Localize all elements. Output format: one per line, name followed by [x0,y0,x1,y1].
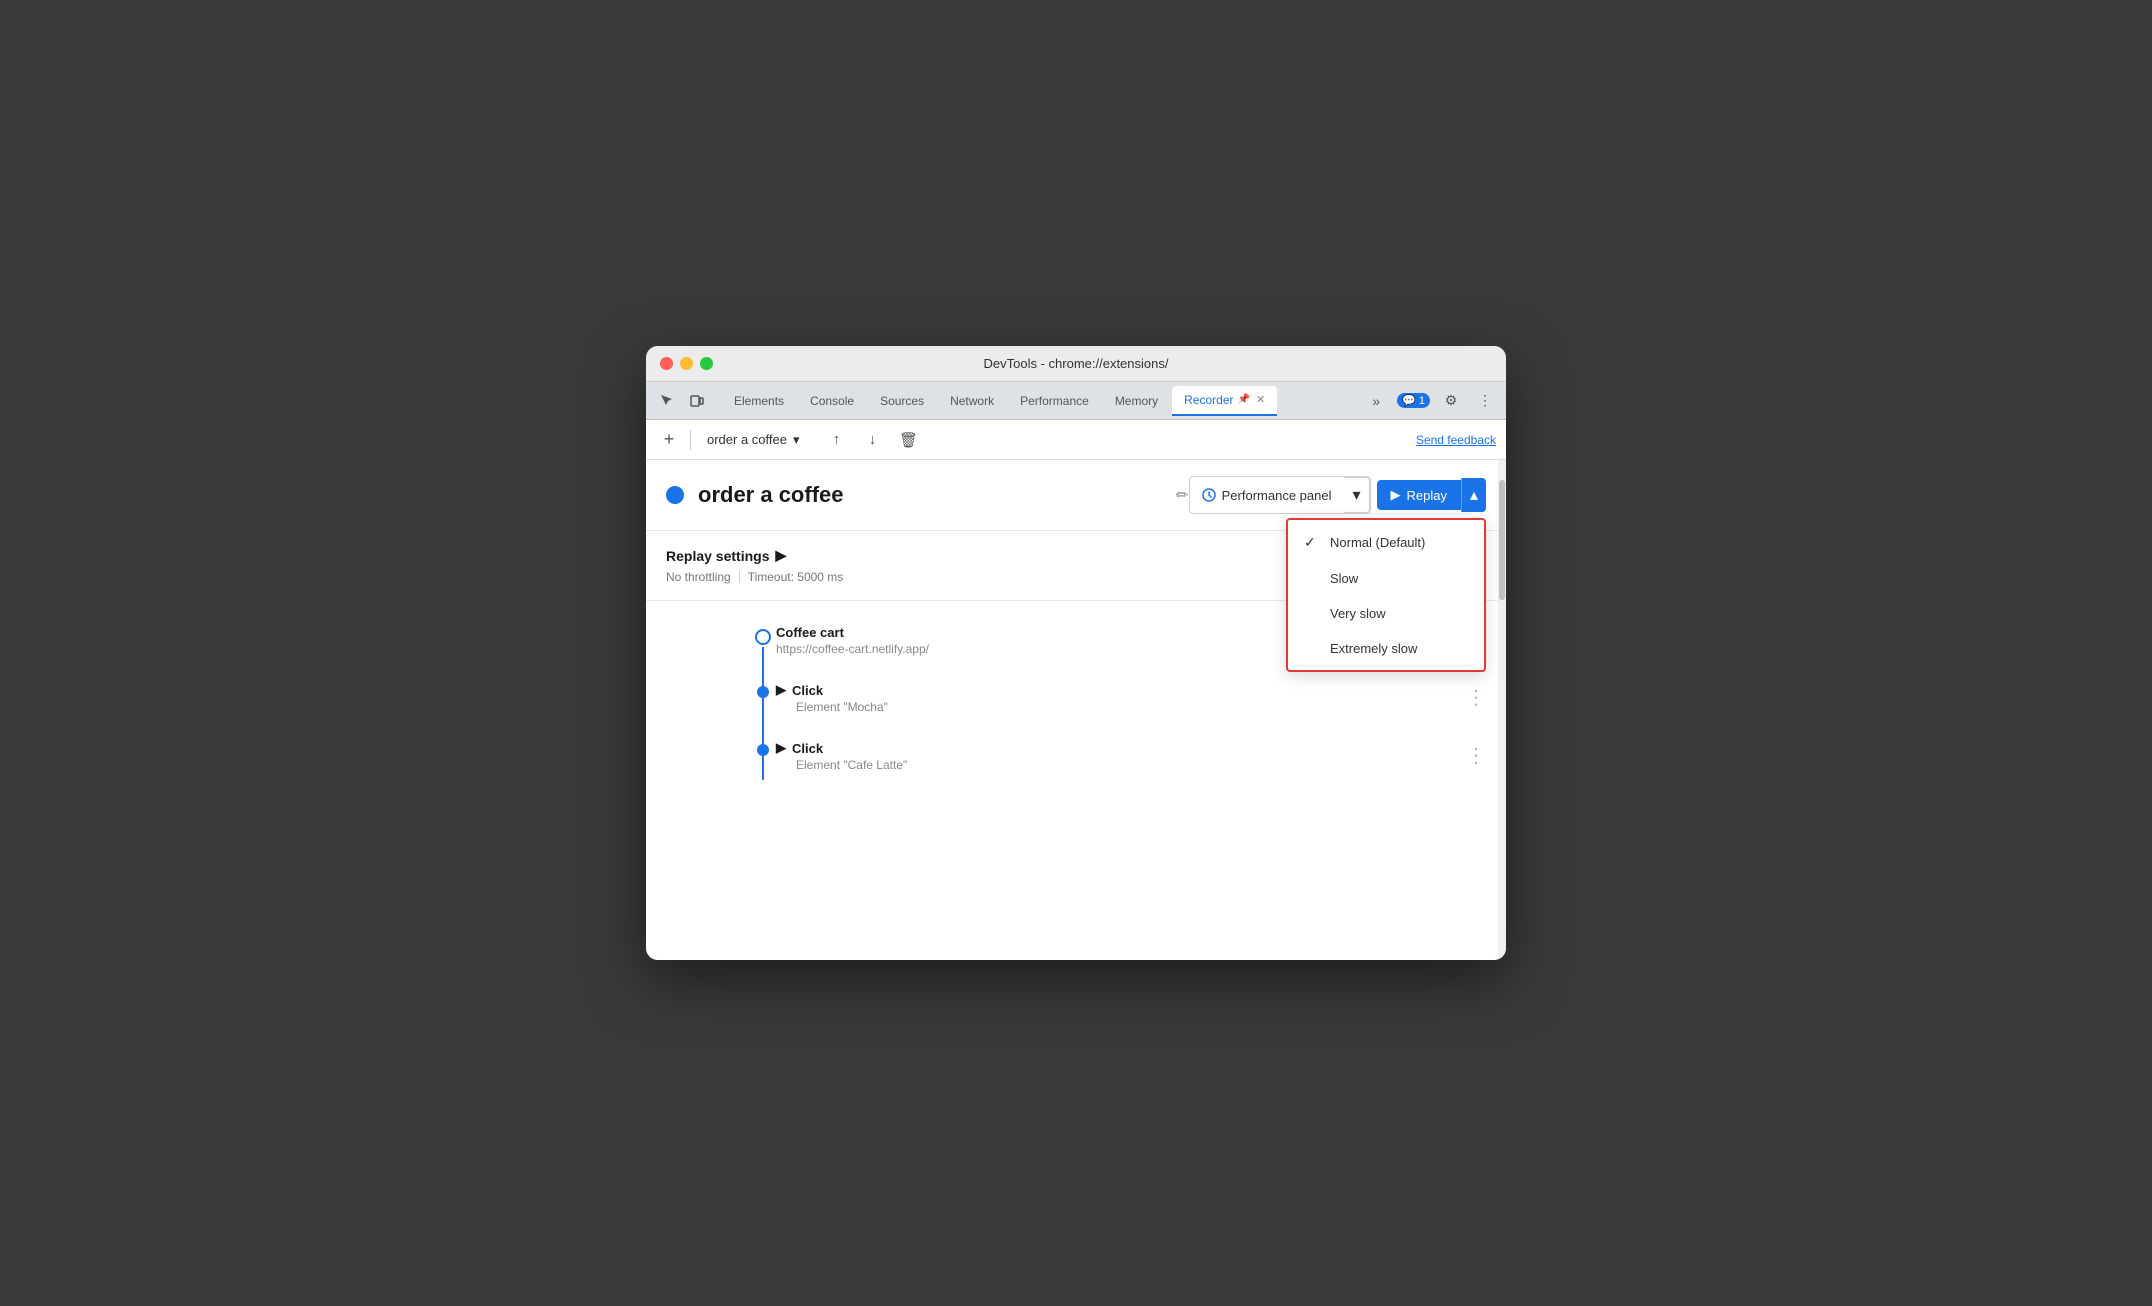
speed-slow-option[interactable]: Slow [1288,561,1484,596]
minimize-button[interactable] [680,357,693,370]
replay-button-group: ▶ Replay ▴ [1377,478,1487,512]
chat-badge[interactable]: 💬 1 [1397,393,1430,408]
expand-icon: ▶ [775,547,786,564]
devtools-window: DevTools - chrome://extensions/ Elements… [646,346,1506,960]
scrollbar[interactable] [1498,460,1506,960]
tab-memory[interactable]: Memory [1103,386,1170,416]
window-title: DevTools - chrome://extensions/ [984,356,1169,371]
dropdown-chevron-icon: ▾ [793,432,800,448]
titlebar: DevTools - chrome://extensions/ [646,346,1506,382]
tab-performance[interactable]: Performance [1008,386,1101,416]
replay-button[interactable]: ▶ Replay [1377,480,1461,510]
step-subtitle-latte: Element "Cafe Latte" [796,758,1466,772]
traffic-lights [660,357,713,370]
export-recording-button[interactable]: ↑ [824,427,850,453]
performance-panel-group: Performance panel ▾ [1189,476,1371,514]
tab-network[interactable]: Network [938,386,1006,416]
step-title-latte: ▶ Click [776,740,1466,756]
replay-dropdown-button[interactable]: ▴ [1461,478,1486,512]
tab-more-area: » 💬 1 ⚙ ⋮ [1363,388,1498,414]
recording-title: order a coffee [698,482,1166,508]
inspect-icon[interactable] [654,388,680,414]
performance-icon [1202,488,1216,502]
settings-divider [739,571,740,583]
step-item-click-mocha: ▶ Click Element "Mocha" ⋮ [646,664,1506,722]
step-content-latte: ▶ Click Element "Cafe Latte" [776,740,1466,772]
recorder-toolbar: + order a coffee ▾ ↑ ↓ 🗑 Send feedback [646,420,1506,460]
maximize-button[interactable] [700,357,713,370]
pin-icon: 📌 [1238,394,1250,405]
settings-button[interactable]: ⚙ [1438,388,1464,414]
device-mode-icon[interactable] [684,388,710,414]
send-feedback-link[interactable]: Send feedback [1416,433,1496,447]
main-content: order a coffee ✏ Performance panel ▾ [646,460,1506,960]
tab-console[interactable]: Console [798,386,866,416]
step-dot-latte [757,744,769,756]
edit-recording-icon[interactable]: ✏ [1176,486,1189,504]
performance-panel-dropdown-button[interactable]: ▾ [1344,477,1369,513]
recording-status-dot [666,486,684,504]
step-dot-mocha [757,686,769,698]
play-icon: ▶ [1391,487,1401,503]
recording-selector[interactable]: order a coffee ▾ [699,428,808,452]
add-recording-button[interactable]: + [656,427,682,453]
tabbar: Elements Console Sources Network Perform… [646,382,1506,420]
header-actions: Performance panel ▾ ▶ Replay ▴ ✓ [1189,476,1486,514]
step-expand-icon-mocha[interactable]: ▶ [776,682,786,698]
speed-very-slow-option[interactable]: Very slow [1288,596,1484,631]
more-options-button[interactable]: ⋮ [1472,388,1498,414]
speed-extremely-slow-option[interactable]: Extremely slow [1288,631,1484,666]
more-tabs-button[interactable]: » [1363,388,1389,414]
step-more-mocha[interactable]: ⋮ [1466,688,1486,708]
import-recording-button[interactable]: ↓ [860,427,886,453]
check-icon: ✓ [1304,534,1320,551]
step-item-click-latte: ▶ Click Element "Cafe Latte" ⋮ [646,722,1506,780]
speed-normal-option[interactable]: ✓ Normal (Default) [1288,524,1484,561]
tab-icons [654,388,710,414]
step-title-mocha: ▶ Click [776,682,1466,698]
step-dot-navigate [755,629,771,645]
close-button[interactable] [660,357,673,370]
replay-speed-dropdown: ✓ Normal (Default) Slow Very slow Extrem… [1286,518,1486,672]
step-content-mocha: ▶ Click Element "Mocha" [776,682,1466,714]
step-expand-icon-latte[interactable]: ▶ [776,740,786,756]
step-more-latte[interactable]: ⋮ [1466,746,1486,766]
toolbar-divider-1 [690,430,691,450]
tab-elements[interactable]: Elements [722,386,796,416]
scrollbar-thumb[interactable] [1499,480,1505,600]
toolbar-actions: ↑ ↓ 🗑 [824,427,922,453]
step-subtitle-mocha: Element "Mocha" [796,700,1466,714]
tab-recorder[interactable]: Recorder 📌 ✕ [1172,386,1277,416]
delete-recording-button[interactable]: 🗑 [896,427,922,453]
tab-sources[interactable]: Sources [868,386,936,416]
performance-panel-button[interactable]: Performance panel [1190,481,1344,510]
tab-close-icon[interactable]: ✕ [1256,393,1265,406]
recording-header: order a coffee ✏ Performance panel ▾ [646,460,1506,531]
